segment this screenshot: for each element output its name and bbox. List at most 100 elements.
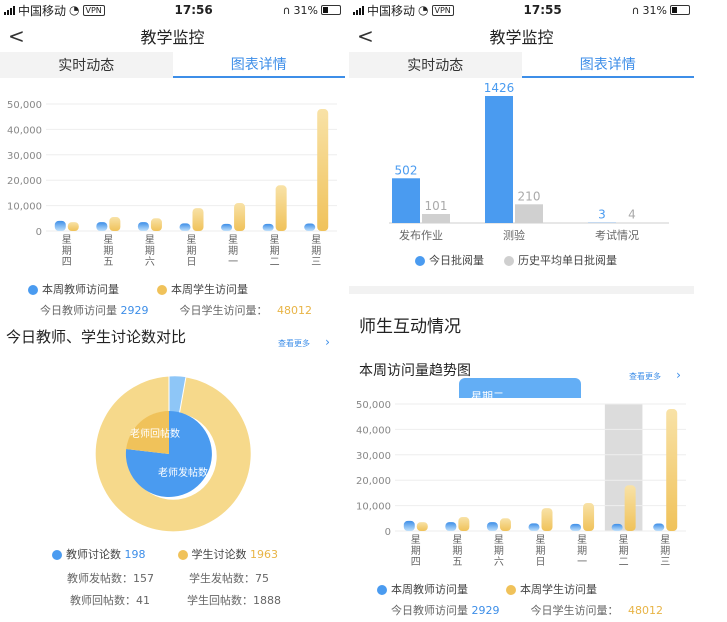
x-tick-label: 星 [536, 534, 546, 546]
legend-review-hist: 历史平均单日批阅量 [504, 252, 617, 268]
bar-student [192, 208, 204, 231]
tab-chart-details[interactable]: 图表详情 [521, 52, 694, 78]
back-icon[interactable]: < [357, 24, 374, 48]
right-screen: 中国移动 ◔ VPN 17:55 ∩ 31% < 教学监控 实时动态 图表详情 … [349, 0, 694, 622]
orange-dot-icon [157, 285, 167, 295]
y-tick-label: 10,000 [356, 502, 391, 513]
x-tick-label: 期 [619, 545, 629, 557]
visits-bar-chart: 50,00040,00030,00020,00010,0000星期四星期五星期六… [7, 100, 337, 268]
tab-chart-details[interactable]: 图表详情 [172, 52, 345, 78]
bar-student [416, 522, 428, 531]
today-teacher-value: 2929 [471, 604, 500, 617]
x-tick-label: 星 [411, 534, 421, 546]
discussion-legend: 教师讨论数 198 学生讨论数 1963 [52, 546, 278, 562]
blue-dot-icon [377, 585, 387, 595]
x-tick-label: 二 [270, 257, 280, 268]
battery-percent: 31% [293, 3, 318, 17]
x-tick-label: 一 [577, 557, 587, 568]
x-tick-label: 星 [187, 234, 197, 246]
tab-realtime[interactable]: 实时动态 [0, 52, 173, 78]
y-tick-label: 40,000 [356, 425, 391, 436]
review-legend: 今日批阅量 历史平均单日批阅量 [415, 252, 617, 268]
x-tick-label: 期 [103, 245, 113, 257]
legend-review-today: 今日批阅量 [415, 252, 484, 268]
bar-student [541, 508, 553, 531]
bar-teacher [137, 222, 149, 231]
discussion-more-link[interactable]: 查看更多 › [278, 331, 330, 350]
x-tick-label: 二 [619, 557, 629, 568]
x-tick-label: 期 [145, 245, 155, 257]
orange-dot-icon [506, 585, 516, 595]
data-label-history: 210 [518, 189, 541, 203]
bar-teacher [179, 223, 191, 231]
bar-teacher [445, 522, 457, 531]
bar-teacher [262, 223, 274, 231]
page-title: 教学监控 [140, 28, 205, 47]
x-tick-label: 星 [270, 234, 280, 246]
headphone-icon: ∩ [282, 3, 291, 17]
trend-title: 本周访问量趋势图 [359, 363, 471, 379]
section-separator [349, 286, 694, 294]
carrier-label: 中国移动 [367, 3, 416, 18]
bar-student [499, 518, 511, 531]
x-tick-label: 三 [660, 557, 670, 568]
blue-dot-icon [28, 285, 38, 295]
back-icon[interactable]: < [8, 24, 25, 48]
y-tick-label: 50,000 [356, 400, 391, 411]
bar-teacher [653, 523, 665, 531]
y-tick-label: 20,000 [7, 176, 42, 187]
teacher-post-label: 教师发帖数： [67, 572, 133, 585]
x-tick-label: 期 [270, 245, 280, 257]
teacher-reply-value: 41 [136, 594, 150, 607]
student-post-label: 学生发帖数： [189, 572, 255, 585]
x-tick-label: 期 [577, 545, 587, 557]
vpn-badge: VPN [82, 4, 105, 16]
legend-teacher: 本周教师访问量 [28, 281, 119, 297]
headphone-icon: ∩ [631, 3, 640, 17]
tab-realtime[interactable]: 实时动态 [349, 52, 522, 78]
post-stats-row: 教师发帖数：157 学生发帖数：75 [67, 570, 269, 586]
legend-student-label: 本周学生访问量 [520, 583, 597, 596]
visits-legend: 本周教师访问量 本周学生访问量 [377, 581, 597, 597]
x-tick-label: 五 [103, 257, 113, 268]
today-teacher-label: 今日教师访问量 [40, 304, 117, 317]
x-tick-label: 三 [311, 257, 321, 268]
reply-stats-row: 教师回帖数：41 学生回帖数：1888 [70, 592, 281, 608]
bar-student [275, 185, 287, 231]
x-tick-label: 一 [228, 257, 238, 268]
x-tick-label: 四 [411, 557, 421, 568]
pie-label-reply: 老师回帖数 [130, 427, 180, 440]
x-tick-label: 期 [187, 245, 197, 257]
trend-bar-chart: 50,00040,00030,00020,00010,0000星期四星期五星期六… [356, 400, 686, 568]
x-tick-label: 六 [145, 256, 155, 268]
legend-student: 本周学生访问量 [506, 581, 597, 597]
legend-review-today-label: 今日批阅量 [429, 254, 484, 267]
x-tick-label: 星 [619, 534, 629, 546]
y-tick-label: 40,000 [7, 125, 42, 136]
today-teacher-label: 今日教师访问量 [391, 604, 468, 617]
bar-teacher [611, 523, 623, 531]
y-tick-label: 20,000 [356, 476, 391, 487]
x-tick-label: 期 [494, 545, 504, 557]
legend-review-hist-label: 历史平均单日批阅量 [518, 254, 617, 267]
bar-review-history [515, 204, 543, 223]
y-tick-label: 30,000 [7, 151, 42, 162]
x-tick-label: 期 [411, 545, 421, 557]
student-disc-label: 学生讨论数 [191, 548, 247, 561]
bar-student [624, 485, 636, 531]
today-visits: 今日教师访问量 2929 今日学生访问量： 48012 [40, 302, 312, 318]
vpn-badge: VPN [431, 4, 454, 16]
x-category-label: 考试情况 [595, 229, 639, 242]
bar-student [583, 503, 595, 531]
status-bar: 中国移动 ◔ VPN 17:56 ∩ 31% [0, 0, 345, 20]
x-tick-label: 星 [660, 534, 670, 546]
discussion-donut-chart: 老师回帖数 老师发帖数 [94, 375, 252, 533]
clock: 17:55 [523, 3, 562, 17]
bar-student [317, 109, 329, 231]
highlight-band [604, 404, 643, 531]
legend-teacher-label: 本周教师访问量 [42, 283, 119, 296]
bar-teacher [96, 222, 108, 231]
x-tick-label: 期 [452, 545, 462, 557]
x-tick-label: 星 [103, 234, 113, 246]
x-tick-label: 日 [187, 257, 197, 268]
